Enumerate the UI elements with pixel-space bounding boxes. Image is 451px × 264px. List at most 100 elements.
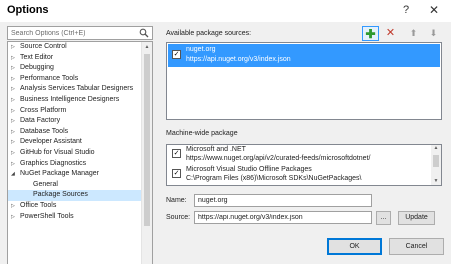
enabled-checkbox[interactable]: ✓: [172, 169, 181, 178]
source-field-box[interactable]: [194, 211, 372, 224]
tree-item-label: General: [33, 180, 58, 188]
tree-item-source-control[interactable]: ▷ Source Control: [8, 42, 142, 53]
tree-item-label: GitHub for Visual Studio: [20, 148, 95, 156]
help-button[interactable]: ?: [397, 2, 415, 18]
add-source-button[interactable]: ✚: [362, 26, 379, 41]
tree-item-nuget-package-manager[interactable]: ◢ NuGet Package Manager: [8, 169, 142, 180]
source-url: https://api.nuget.org/v3/index.json: [186, 56, 291, 63]
close-button[interactable]: ✕: [425, 2, 443, 18]
tree-item-label: Analysis Services Tabular Designers: [20, 85, 134, 93]
expand-arrow-icon[interactable]: ▷: [11, 84, 15, 95]
source-field[interactable]: [195, 212, 371, 223]
expand-arrow-icon[interactable]: ▷: [11, 42, 15, 53]
available-sources-heading: Available package sources:: [166, 30, 252, 37]
tree-item-package-sources[interactable]: Package Sources: [8, 190, 142, 201]
browse-button[interactable]: ...: [376, 211, 391, 225]
tree-item-graphics-diagnostics[interactable]: ▷ Graphics Diagnostics: [8, 159, 142, 170]
source-name: Microsoft and .NET: [186, 146, 246, 153]
tree-item-text-editor[interactable]: ▷ Text Editor: [8, 53, 142, 64]
tree-item-label: PowerShell Tools: [20, 212, 74, 220]
tree-item-database-tools[interactable]: ▷ Database Tools: [8, 127, 142, 138]
tree-item-label: Data Factory: [20, 117, 61, 125]
tree-item-label: Text Editor: [20, 53, 54, 61]
expand-arrow-icon[interactable]: ▷: [11, 159, 15, 170]
source-url: C:\Program Files (x86)\Microsoft SDKs\Nu…: [186, 175, 362, 182]
available-sources-list[interactable]: ✓ nuget.org https://api.nuget.org/v3/ind…: [166, 42, 442, 120]
cancel-button[interactable]: Cancel: [389, 238, 444, 255]
enabled-checkbox[interactable]: ✓: [172, 149, 181, 158]
enabled-checkbox[interactable]: ✓: [172, 50, 181, 59]
expand-arrow-icon[interactable]: ▷: [11, 63, 15, 74]
scroll-up-arrow-icon[interactable]: ▲: [142, 42, 152, 53]
scrollbar-thumb[interactable]: [144, 54, 150, 226]
tree-list: ▷ Source Control ▷ Text Editor ▷ Debugging …: [8, 42, 142, 222]
tree-item-general[interactable]: General: [8, 180, 142, 191]
tree-item-github[interactable]: ▷ GitHub for Visual Studio: [8, 148, 142, 159]
expand-arrow-icon[interactable]: ▷: [11, 95, 15, 106]
expand-arrow-icon[interactable]: ▷: [11, 148, 15, 159]
tree-item-label: Cross Platform: [20, 106, 67, 114]
expand-arrow-icon[interactable]: ▷: [11, 53, 15, 64]
tree-item-cross-platform[interactable]: ▷ Cross Platform: [8, 106, 142, 117]
source-url: https://www.nuget.org/api/v2/curated-fee…: [186, 155, 371, 162]
tree-item-label: Graphics Diagnostics: [20, 159, 87, 167]
scroll-down-arrow-icon[interactable]: ▼: [431, 178, 441, 184]
machine-wide-list[interactable]: ✓ Microsoft and .NET https://www.nuget.o…: [166, 144, 442, 186]
tree-item-analysis-services[interactable]: ▷ Analysis Services Tabular Designers: [8, 84, 142, 95]
tree-item-developer-assistant[interactable]: ▷ Developer Assistant: [8, 137, 142, 148]
ok-button[interactable]: OK: [327, 238, 382, 255]
tree-item-label: Performance Tools: [20, 74, 79, 82]
tree-item-performance-tools[interactable]: ▷ Performance Tools: [8, 74, 142, 85]
tree-item-business-intelligence[interactable]: ▷ Business Intelligence Designers: [8, 95, 142, 106]
options-tree[interactable]: ▷ Source Control ▷ Text Editor ▷ Debugging …: [7, 41, 153, 264]
window-title: Options: [7, 4, 49, 16]
scrollbar-thumb[interactable]: [433, 155, 439, 167]
source-name: nuget.org: [186, 46, 216, 53]
tree-scrollbar[interactable]: ▲: [141, 42, 152, 264]
move-up-button[interactable]: ⬆: [405, 26, 422, 41]
expand-arrow-icon[interactable]: ▷: [11, 106, 15, 117]
expand-arrow-icon[interactable]: ▷: [11, 212, 15, 223]
expand-arrow-icon[interactable]: ▷: [11, 137, 15, 148]
tree-item-label: Office Tools: [20, 201, 57, 209]
expand-arrow-icon[interactable]: ▷: [11, 116, 15, 127]
checkmark-icon: ✓: [173, 51, 180, 58]
search-icon: [139, 28, 149, 38]
move-down-button[interactable]: ⬇: [425, 26, 442, 41]
machine-wide-heading: Machine-wide package: [166, 130, 238, 137]
expand-arrow-icon[interactable]: ▷: [11, 74, 15, 85]
arrow-down-icon: ⬇: [429, 28, 438, 38]
tree-item-powershell-tools[interactable]: ▷ PowerShell Tools: [8, 212, 142, 223]
search-box[interactable]: [7, 26, 153, 40]
expand-arrow-icon[interactable]: ▷: [11, 127, 15, 138]
scroll-up-arrow-icon[interactable]: ▲: [431, 145, 441, 151]
checkmark-icon: ✓: [173, 170, 180, 177]
list-item[interactable]: ✓ nuget.org https://api.nuget.org/v3/ind…: [168, 44, 440, 67]
machine-wide-scrollbar[interactable]: ▲ ▼: [431, 145, 441, 185]
tree-item-label: NuGet Package Manager: [20, 170, 99, 178]
source-label: Source:: [166, 214, 191, 221]
tree-item-office-tools[interactable]: ▷ Office Tools: [8, 201, 142, 212]
tree-item-data-factory[interactable]: ▷ Data Factory: [8, 116, 142, 127]
list-item[interactable]: ✓ Microsoft Visual Studio Offline Packag…: [168, 165, 440, 185]
name-field[interactable]: [195, 195, 371, 206]
title-bar: Options ? ✕: [0, 0, 451, 22]
tree-item-label: Business Intelligence Designers: [20, 95, 120, 103]
arrow-up-icon: ⬆: [409, 28, 418, 38]
remove-source-button[interactable]: ✕: [382, 26, 399, 41]
name-field-box[interactable]: [194, 194, 372, 207]
x-icon: ✕: [385, 27, 396, 39]
search-input[interactable]: [8, 27, 136, 39]
update-button[interactable]: Update: [398, 211, 435, 225]
tree-item-label: Debugging: [20, 64, 54, 72]
source-name: Microsoft Visual Studio Offline Packages: [186, 166, 312, 173]
tree-item-label: Package Sources: [33, 191, 88, 199]
collapse-arrow-icon[interactable]: ◢: [11, 169, 15, 180]
expand-arrow-icon[interactable]: ▷: [11, 201, 15, 212]
tree-item-label: Developer Assistant: [20, 138, 82, 146]
list-item[interactable]: ✓ Microsoft and .NET https://www.nuget.o…: [168, 145, 440, 165]
tree-item-debugging[interactable]: ▷ Debugging: [8, 63, 142, 74]
plus-icon: ✚: [365, 27, 376, 41]
tree-item-label: Source Control: [20, 43, 67, 50]
name-label: Name:: [166, 197, 187, 204]
